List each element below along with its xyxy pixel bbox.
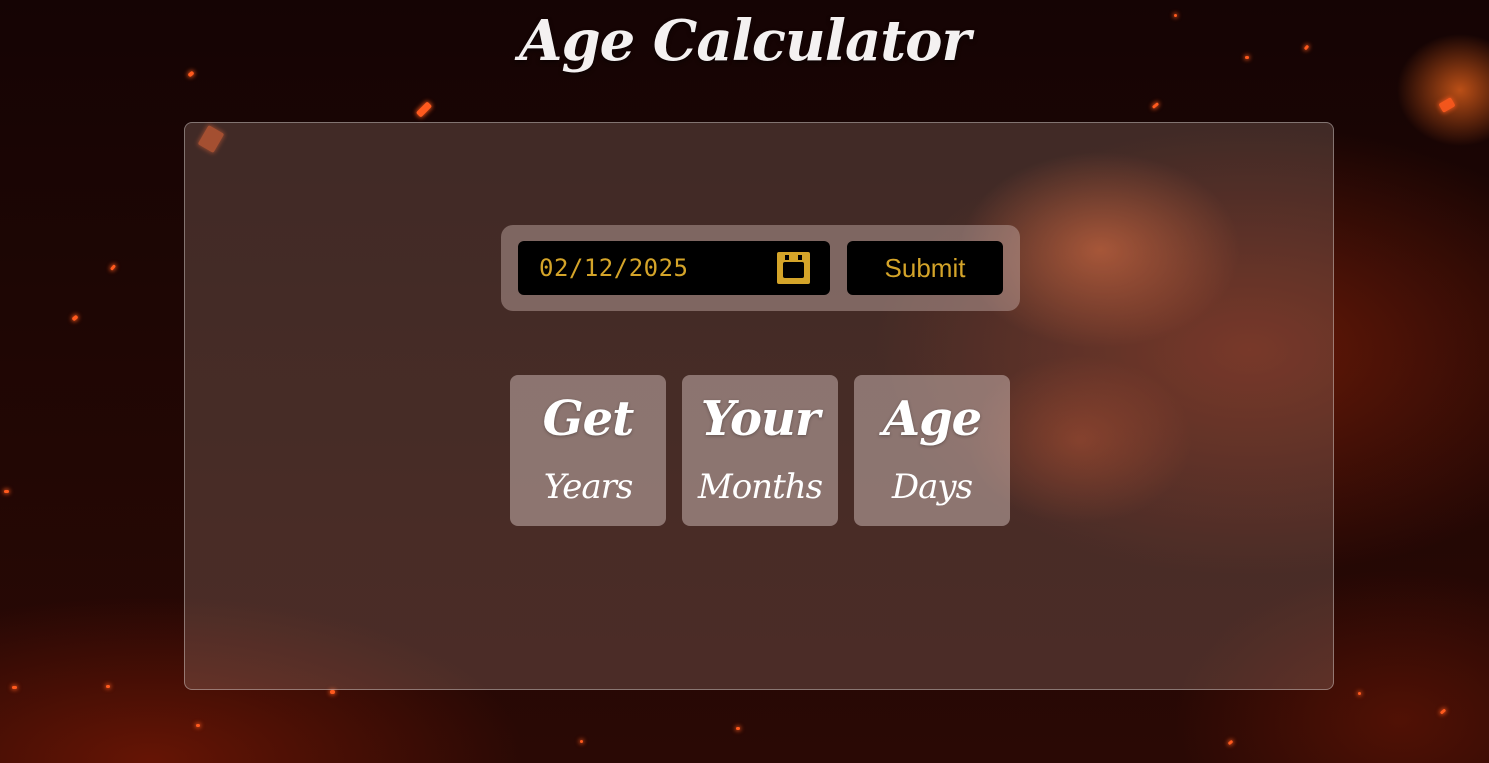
ember: [330, 690, 335, 694]
days-card-heading: Age: [882, 391, 982, 447]
ember: [109, 264, 117, 271]
ember: [106, 685, 110, 688]
ember: [1439, 708, 1447, 715]
calendar-ring-left: [785, 255, 789, 260]
ember: [71, 314, 79, 322]
calculator-panel: 02/12/2025 Submit Get Years Your Months …: [184, 122, 1334, 690]
ember: [580, 740, 583, 743]
years-card: Get Years: [510, 375, 666, 526]
date-input-value: 02/12/2025: [539, 254, 689, 282]
date-input-group: 02/12/2025 Submit: [501, 225, 1020, 311]
ember: [196, 724, 200, 727]
page-title: Age Calculator: [519, 8, 971, 74]
ember: [4, 490, 9, 493]
ember: [415, 101, 433, 118]
days-card: Age Days: [854, 375, 1010, 526]
months-card-heading: Your: [700, 391, 820, 447]
ember: [1438, 97, 1456, 113]
ember: [1151, 102, 1160, 109]
date-input[interactable]: 02/12/2025: [518, 241, 830, 295]
calendar-ring-right: [798, 255, 802, 260]
calendar-body: [783, 262, 804, 278]
calendar-icon[interactable]: [777, 252, 810, 284]
months-card: Your Months: [682, 375, 838, 526]
ember: [1227, 739, 1234, 746]
years-card-heading: Get: [542, 391, 635, 447]
ember: [12, 686, 17, 689]
years-card-unit: Years: [543, 467, 634, 507]
submit-button[interactable]: Submit: [847, 241, 1003, 295]
ember: [736, 727, 740, 730]
ember: [1358, 692, 1361, 695]
months-card-unit: Months: [697, 467, 823, 507]
days-card-unit: Days: [891, 467, 973, 507]
